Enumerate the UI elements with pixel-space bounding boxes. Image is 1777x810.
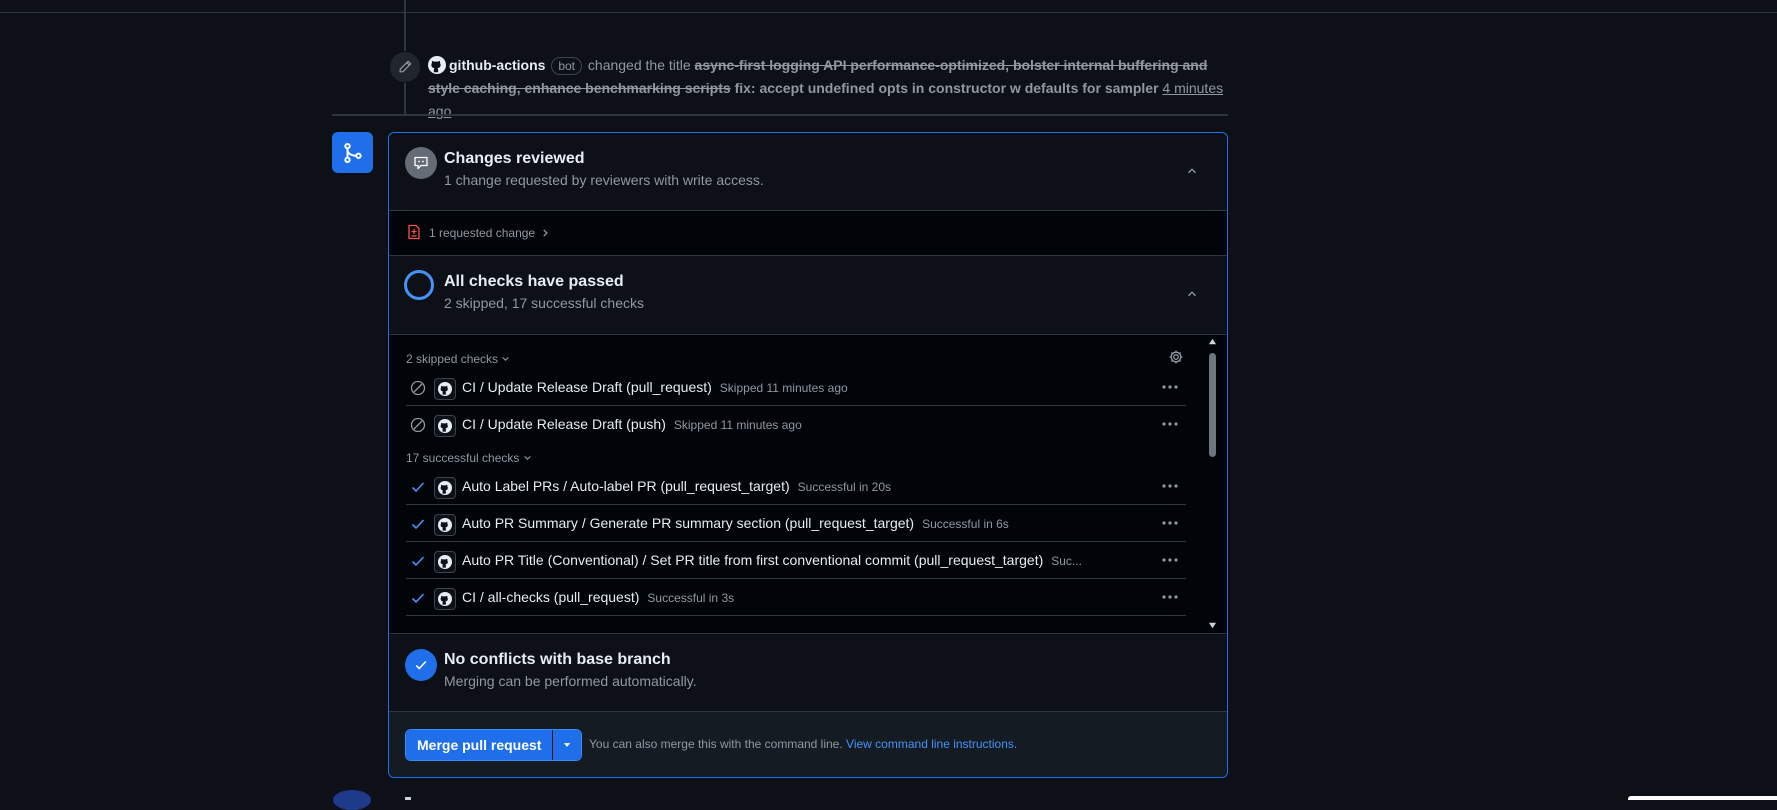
chevron-down-icon xyxy=(524,455,531,460)
command-line-instructions-link[interactable]: View command line instructions. xyxy=(846,737,1017,751)
check-meta: Successful in 6s xyxy=(922,517,1009,531)
check-row[interactable]: CI / Update Release Draft (push) Skipped … xyxy=(406,406,1186,442)
check-row[interactable]: Auto PR Title (Conventional) / Set PR ti… xyxy=(406,542,1186,579)
chevron-right-icon xyxy=(543,229,548,237)
event-actor[interactable]: github-actions xyxy=(449,57,545,73)
git-merge-icon xyxy=(332,132,373,173)
kebab-horizontal-icon[interactable] xyxy=(1160,550,1180,570)
check-meta: Skipped 11 minutes ago xyxy=(673,418,802,432)
github-logo-icon xyxy=(434,551,456,573)
bot-badge: bot xyxy=(551,57,583,75)
requested-change-row[interactable]: 1 requested change xyxy=(389,211,1227,256)
conflicts-title: No conflicts with base branch xyxy=(444,651,671,668)
github-logo-icon[interactable] xyxy=(428,56,446,74)
kebab-horizontal-icon[interactable] xyxy=(1160,476,1180,496)
check-icon xyxy=(411,556,425,567)
timeline-divider xyxy=(332,114,1228,116)
merge-pull-request-button[interactable]: Merge pull request xyxy=(406,730,553,760)
kebab-horizontal-icon[interactable] xyxy=(1160,414,1180,434)
requested-change-link[interactable]: 1 requested change xyxy=(429,226,535,240)
corner-overlay xyxy=(1628,796,1777,800)
merge-button-group: Merge pull request xyxy=(405,729,583,761)
successful-checks-label: 17 successful checks xyxy=(406,451,520,465)
event-action: changed the title xyxy=(587,57,691,73)
chevron-down-icon xyxy=(502,356,510,361)
chevron-up-icon[interactable] xyxy=(1185,164,1199,178)
checks-list: 2 skipped checks CI / Update Release Dra… xyxy=(389,335,1227,634)
check-icon xyxy=(411,482,425,493)
check-name[interactable]: Auto Label PRs / Auto-label PR (pull_req… xyxy=(462,478,790,494)
command-line-hint-text: You can also merge this with the command… xyxy=(589,737,843,751)
check-row[interactable]: CI / all-checks (pull_request) Successful… xyxy=(406,579,1186,616)
check-row[interactable]: CI / Update Release Draft (pull_request)… xyxy=(406,369,1186,406)
title-change-event: github-actions bot changed the title asy… xyxy=(428,54,1228,123)
triangle-down-icon xyxy=(564,743,571,747)
checks-title: All checks have passed xyxy=(444,273,624,290)
checks-subtitle: 2 skipped, 17 successful checks xyxy=(444,295,644,311)
file-diff-icon xyxy=(408,224,420,240)
skip-icon xyxy=(410,417,426,433)
kebab-horizontal-icon[interactable] xyxy=(1160,513,1180,533)
check-name[interactable]: CI / Update Release Draft (pull_request) xyxy=(462,379,712,395)
pencil-icon xyxy=(389,51,421,83)
reviews-subtitle: 1 change requested by reviewers with wri… xyxy=(444,172,764,188)
check-circle-icon xyxy=(405,649,437,681)
check-row[interactable]: Auto Label PRs / Auto-label PR (pull_req… xyxy=(406,468,1186,505)
skipped-checks-toggle[interactable]: 2 skipped checks xyxy=(406,352,510,366)
github-logo-icon xyxy=(434,588,456,610)
check-meta: Successful in 3s xyxy=(647,591,735,605)
conflicts-section: No conflicts with base branch Merging ca… xyxy=(389,634,1227,712)
kebab-horizontal-icon[interactable] xyxy=(1160,587,1180,607)
check-name[interactable]: Auto PR Summary / Generate PR summary se… xyxy=(462,515,914,531)
checks-progress-ring-icon xyxy=(404,270,434,300)
check-meta: Successful in 20s xyxy=(797,480,892,494)
new-title: fix: accept undefined opts in constructo… xyxy=(734,80,1159,96)
merge-method-dropdown[interactable] xyxy=(552,730,582,760)
checks-scrollbar[interactable] xyxy=(1206,335,1218,633)
header-border xyxy=(0,12,1777,13)
check-meta: Skipped 11 minutes ago xyxy=(719,381,848,395)
avatar xyxy=(333,790,371,810)
scroll-up-arrow-icon[interactable] xyxy=(1208,337,1217,346)
reviews-section[interactable]: Changes reviewed 1 change requested by r… xyxy=(389,133,1227,211)
github-logo-icon xyxy=(434,514,456,536)
github-logo-icon xyxy=(434,415,456,437)
review-comment-icon xyxy=(405,147,437,179)
check-name[interactable]: CI / all-checks (pull_request) xyxy=(462,589,639,605)
scroll-down-arrow-icon[interactable] xyxy=(1208,621,1217,630)
check-meta: Suc... xyxy=(1051,554,1082,568)
checks-section[interactable]: All checks have passed 2 skipped, 17 suc… xyxy=(389,256,1227,335)
command-line-hint: You can also merge this with the command… xyxy=(589,737,1017,751)
kebab-horizontal-icon[interactable] xyxy=(1160,377,1180,397)
check-row[interactable]: Auto PR Summary / Generate PR summary se… xyxy=(406,505,1186,542)
scroll-thumb[interactable] xyxy=(1209,353,1216,457)
check-name[interactable]: Auto PR Title (Conventional) / Set PR ti… xyxy=(462,552,1043,568)
conflicts-subtitle: Merging can be performed automatically. xyxy=(444,673,697,689)
successful-checks-toggle[interactable]: 17 successful checks xyxy=(406,451,532,465)
check-icon xyxy=(411,593,425,604)
merge-footer: Merge pull request You can also merge th… xyxy=(389,712,1227,777)
check-icon xyxy=(411,519,425,530)
skip-icon xyxy=(410,380,426,396)
gear-icon[interactable] xyxy=(1168,349,1184,365)
reviews-title: Changes reviewed xyxy=(444,150,585,167)
github-logo-icon xyxy=(434,477,456,499)
github-logo-icon xyxy=(434,378,456,400)
merge-box: Changes reviewed 1 change requested by r… xyxy=(388,132,1228,778)
skipped-checks-label: 2 skipped checks xyxy=(406,352,499,366)
check-name[interactable]: CI / Update Release Draft (push) xyxy=(462,416,666,432)
chevron-up-icon[interactable] xyxy=(1185,287,1199,301)
